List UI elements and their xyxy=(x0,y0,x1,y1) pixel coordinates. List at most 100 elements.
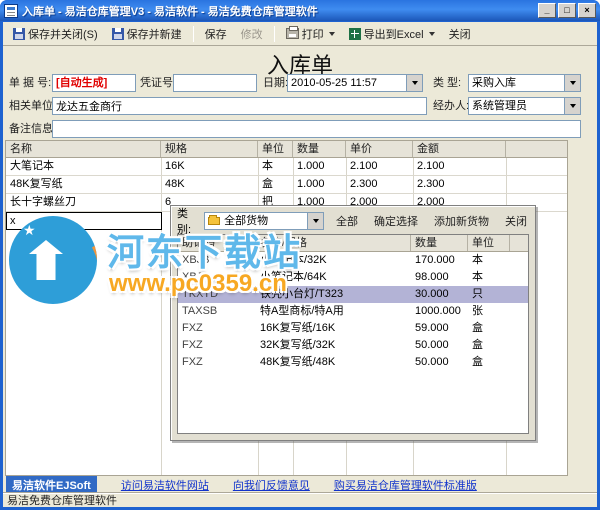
goods-row[interactable]: XBJB 小笔记本/64K 98.000 本 xyxy=(178,269,528,286)
category-dropdown-button[interactable] xyxy=(307,212,323,229)
cell-unit: 盒 xyxy=(472,339,483,351)
goods-row[interactable]: TAXSB 特A型商标/特A用 1000.000 张 xyxy=(178,303,528,320)
table-row[interactable]: 48K复写纸 48K 盒 1.000 2.300 2.300 xyxy=(6,176,567,194)
table-row[interactable]: 大笔记本 16K 本 1.000 2.100 2.100 xyxy=(6,158,567,176)
cell-name: 48K复写纸 xyxy=(10,178,63,190)
cell-unit: 盒 xyxy=(472,356,483,368)
modify-button: 修改 xyxy=(235,23,269,45)
voucher-input[interactable] xyxy=(177,75,253,91)
header-unit: 单位 xyxy=(258,141,293,157)
remark-field[interactable] xyxy=(52,120,581,138)
header-price: 单价 xyxy=(346,141,413,157)
footer-links-bar: 易洁软件EJSoft 访问易洁软件网站 向我们反馈意见 购买易洁仓库管理软件标准… xyxy=(3,476,597,494)
voucher-label: 凭证号: xyxy=(140,77,177,89)
cell-unit: 只 xyxy=(472,288,483,300)
save-and-new-button[interactable]: 保存并新建 xyxy=(106,23,188,45)
related-unit-input[interactable] xyxy=(56,98,423,114)
header-amount: 金额 xyxy=(413,141,506,157)
header-name-spec: 名称/规格 xyxy=(256,235,411,251)
cell-unit: 本 xyxy=(472,254,483,266)
goods-row-selected[interactable]: TKXTD 铁壳小台灯/T323 30.000 只 xyxy=(178,286,528,303)
cell-name: 32K复写纸/32K xyxy=(260,339,336,351)
modify-label: 修改 xyxy=(240,28,263,41)
status-bar: 易洁免费仓库管理软件 xyxy=(3,493,597,507)
cell-unit: 盒 xyxy=(472,322,483,334)
cell-name: 16K复写纸/16K xyxy=(260,322,336,334)
visit-website-link[interactable]: 访问易洁软件网站 xyxy=(121,477,209,493)
cell-name: 铁壳小台灯/T323 xyxy=(260,288,344,300)
date-dropdown-button[interactable] xyxy=(406,75,422,91)
header-code: 助记码 xyxy=(178,235,256,251)
cell-qty: 98.000 xyxy=(415,271,449,283)
items-table-header: 名称 规格 单位 数量 单价 金额 xyxy=(6,141,567,158)
date-combobox[interactable]: 2010-05-25 11:57 xyxy=(287,74,423,92)
doc-no-field[interactable]: [自动生成] xyxy=(52,74,136,92)
related-unit-label: 相关单位: xyxy=(9,100,57,112)
cell-code: FXZ xyxy=(182,339,203,351)
goods-row[interactable]: XBJB 小笔记本/32K 170.000 本 xyxy=(178,252,528,269)
goods-row[interactable]: FXZ 16K复写纸/16K 59.000 盒 xyxy=(178,320,528,337)
category-combobox[interactable]: 全部货物 xyxy=(204,211,324,230)
buy-standard-link[interactable]: 购买易洁仓库管理软件标准版 xyxy=(334,477,477,493)
type-combobox[interactable]: 采购入库 xyxy=(468,74,581,92)
minimize-button[interactable]: _ xyxy=(538,3,556,18)
header-spec: 规格 xyxy=(161,141,258,157)
cell-qty: 50.000 xyxy=(415,356,449,368)
goods-list[interactable]: 助记码 名称/规格 数量 单位 XBJB 小笔记本/32K 170.000 本 … xyxy=(177,234,529,434)
goods-list-header: 助记码 名称/规格 数量 单位 xyxy=(178,235,528,252)
export-excel-button[interactable]: 导出到Excel xyxy=(343,23,441,45)
cell-qty: 1000.000 xyxy=(415,305,461,317)
cell-unit: 张 xyxy=(472,305,483,317)
cell-name: 特A型商标/特A用 xyxy=(260,305,344,317)
client-area: 保存并关闭(S) 保存并新建 保存 修改 打印 导出到Excel 关闭 入库单 … xyxy=(3,22,597,507)
cell-name: 48K复写纸/48K xyxy=(260,356,336,368)
type-value: 采购入库 xyxy=(472,77,516,89)
close-button[interactable]: × xyxy=(578,3,596,18)
all-button[interactable]: 全部 xyxy=(332,211,362,231)
add-new-goods-button[interactable]: 添加新货物 xyxy=(430,211,493,231)
cell-qty: 50.000 xyxy=(415,339,449,351)
handler-combobox[interactable]: 系统管理员 xyxy=(468,97,581,115)
floppy-icon xyxy=(111,27,124,40)
name-edit-cell[interactable]: x xyxy=(6,212,162,230)
export-excel-label: 导出到Excel xyxy=(363,28,424,41)
cell-name: 大笔记本 xyxy=(10,160,54,172)
cell-qty: 59.000 xyxy=(415,322,449,334)
dropdown-arrow-icon xyxy=(428,31,435,36)
header-qty: 数量 xyxy=(293,141,346,157)
goods-row[interactable]: FXZ 32K复写纸/32K 50.000 盒 xyxy=(178,337,528,354)
window-icon xyxy=(4,3,18,18)
goods-row[interactable]: FXZ 48K复写纸/48K 50.000 盒 xyxy=(178,354,528,371)
voucher-field[interactable] xyxy=(173,74,257,92)
close-popup-button[interactable]: 关闭 xyxy=(501,211,531,231)
cell-unit: 本 xyxy=(262,160,273,172)
window-title: 入库单 - 易洁仓库管理V3 - 易洁软件 - 易洁免费仓库管理软件 xyxy=(22,5,318,18)
save-and-close-label: 保存并关闭(S) xyxy=(28,28,98,41)
confirm-select-button[interactable]: 确定选择 xyxy=(370,211,422,231)
remark-label: 备注信息: xyxy=(9,123,57,135)
feedback-link[interactable]: 向我们反馈意见 xyxy=(233,477,310,493)
type-label: 类 型: xyxy=(433,77,462,89)
category-value: 全部货物 xyxy=(224,214,269,227)
save-button[interactable]: 保存 xyxy=(199,23,233,45)
type-dropdown-button[interactable] xyxy=(564,75,580,91)
cell-code: FXZ xyxy=(182,356,203,368)
cell-qty: 30.000 xyxy=(415,288,449,300)
titlebar[interactable]: 入库单 - 易洁仓库管理V3 - 易洁软件 - 易洁免费仓库管理软件 _ □ × xyxy=(0,0,600,21)
save-and-close-button[interactable]: 保存并关闭(S) xyxy=(7,23,104,45)
brand-badge: 易洁软件EJSoft xyxy=(6,476,97,494)
floppy-icon xyxy=(13,27,25,40)
cell-amount: 2.100 xyxy=(417,160,445,172)
cell-code: TAXSB xyxy=(182,305,218,317)
remark-input[interactable] xyxy=(56,121,577,137)
header-unit: 单位 xyxy=(468,235,510,251)
print-button[interactable]: 打印 xyxy=(280,23,341,45)
related-unit-field[interactable] xyxy=(52,97,427,115)
handler-dropdown-button[interactable] xyxy=(564,98,580,114)
handler-value: 系统管理员 xyxy=(472,100,527,112)
header-qty: 数量 xyxy=(411,235,468,251)
header-name: 名称 xyxy=(6,141,161,157)
close-form-button[interactable]: 关闭 xyxy=(443,23,477,45)
maximize-button[interactable]: □ xyxy=(558,3,576,18)
cell-qty: 1.000 xyxy=(297,178,325,190)
